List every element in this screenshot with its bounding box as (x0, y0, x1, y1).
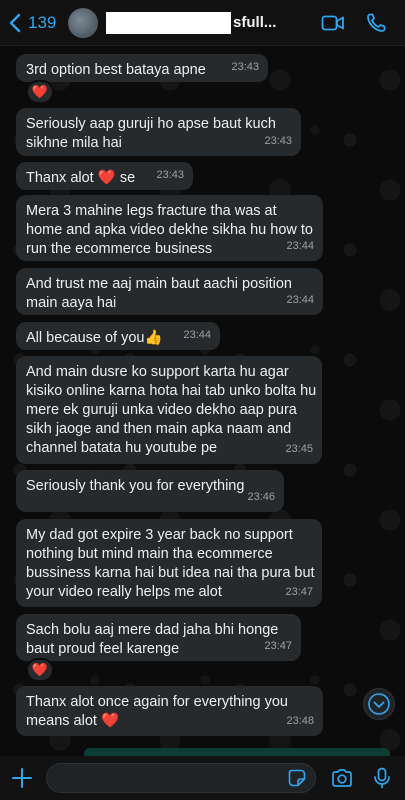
message-time: 23:46 (247, 491, 275, 503)
message-text: Mera 3 mahine legs fracture tha was at h… (26, 203, 313, 257)
message-bubble[interactable]: 3rd option best bataya apne 23:43 (16, 54, 268, 82)
camera-icon[interactable] (330, 766, 354, 790)
message-bubble[interactable]: Seriously thank you for everything 23:46 (16, 470, 284, 512)
message-input[interactable] (46, 763, 316, 793)
message-text: Thanx alot once again for everything you… (26, 694, 288, 729)
message-bubble[interactable]: Seriously aap guruji ho apse baut kuch s… (16, 108, 301, 156)
message-text: 3rd option best bataya apne (26, 62, 206, 78)
contact-name-suffix: sfull... (233, 14, 277, 31)
message-bubble[interactable]: Sach bolu aaj mere dad jaha bhi honge ba… (16, 614, 301, 661)
message-bubble[interactable]: Thanx alot once again for everything you… (16, 686, 323, 736)
message-text: Seriously thank you for everything (26, 478, 245, 494)
message-bubble[interactable]: And trust me aaj main baut aachi positio… (16, 268, 323, 315)
next-message-peek (84, 748, 390, 756)
message-time: 23:43 (264, 135, 292, 147)
heart-emoji: ❤️ (100, 713, 120, 729)
message-time: 23:43 (231, 61, 259, 73)
message-text: Thanx alot (26, 170, 94, 186)
back-button[interactable]: 139 (8, 13, 56, 33)
unread-count: 139 (28, 12, 57, 32)
message-bubble[interactable]: Mera 3 mahine legs fracture tha was at h… (16, 195, 323, 261)
microphone-icon[interactable] (370, 766, 394, 790)
message-bubble[interactable]: All because of you👍 23:44 (16, 322, 220, 350)
message-time: 23:44 (286, 240, 314, 252)
message-text: My dad got expire 3 year back no support… (26, 527, 315, 600)
message-bubble[interactable]: And main dusre ko support karta hu agar … (16, 356, 322, 464)
video-call-icon[interactable] (321, 12, 345, 34)
heart-icon: ❤️ (31, 662, 49, 677)
chat-header: 139 sfull... (0, 0, 405, 46)
heart-icon: ❤️ (31, 84, 49, 99)
message-time: 23:47 (264, 640, 292, 652)
chevron-left-icon (9, 13, 21, 32)
sticker-icon[interactable] (287, 768, 307, 788)
message-text: Seriously aap guruji ho apse baut kuch s… (26, 116, 276, 151)
message-text-after: se (119, 170, 136, 186)
scroll-to-bottom-button[interactable] (363, 688, 395, 720)
message-text: And trust me aaj main baut aachi positio… (26, 276, 292, 311)
phone-icon[interactable] (365, 12, 389, 34)
heart-reaction[interactable]: ❤️ (26, 80, 54, 104)
contact-avatar[interactable] (68, 7, 99, 38)
message-text: Sach bolu aaj mere dad jaha bhi honge ba… (26, 622, 279, 657)
redacted-name-block (106, 11, 232, 34)
message-time: 23:48 (286, 715, 314, 727)
message-time: 23:43 (156, 169, 184, 181)
plus-icon[interactable] (10, 766, 34, 790)
contact-name[interactable]: sfull... (106, 8, 276, 38)
heart-reaction[interactable]: ❤️ (26, 658, 54, 682)
message-bubble[interactable]: My dad got expire 3 year back no support… (16, 519, 322, 607)
message-text: And main dusre ko support karta hu agar … (26, 364, 317, 456)
message-time: 23:44 (286, 294, 314, 306)
thumbs-up-emoji: 👍 (144, 330, 163, 346)
message-bubble[interactable]: Thanx alot ❤️ se 23:43 (16, 162, 193, 190)
message-list[interactable]: 3rd option best bataya apne 23:43 ❤️ Ser… (0, 46, 405, 756)
message-text: All because of you (26, 330, 145, 346)
chevron-down-icon (368, 693, 390, 715)
message-time: 23:45 (285, 443, 313, 455)
message-input-bar (0, 756, 405, 800)
message-time: 23:47 (285, 586, 313, 598)
heart-emoji: ❤️ (97, 170, 116, 186)
message-time: 23:44 (183, 329, 211, 341)
